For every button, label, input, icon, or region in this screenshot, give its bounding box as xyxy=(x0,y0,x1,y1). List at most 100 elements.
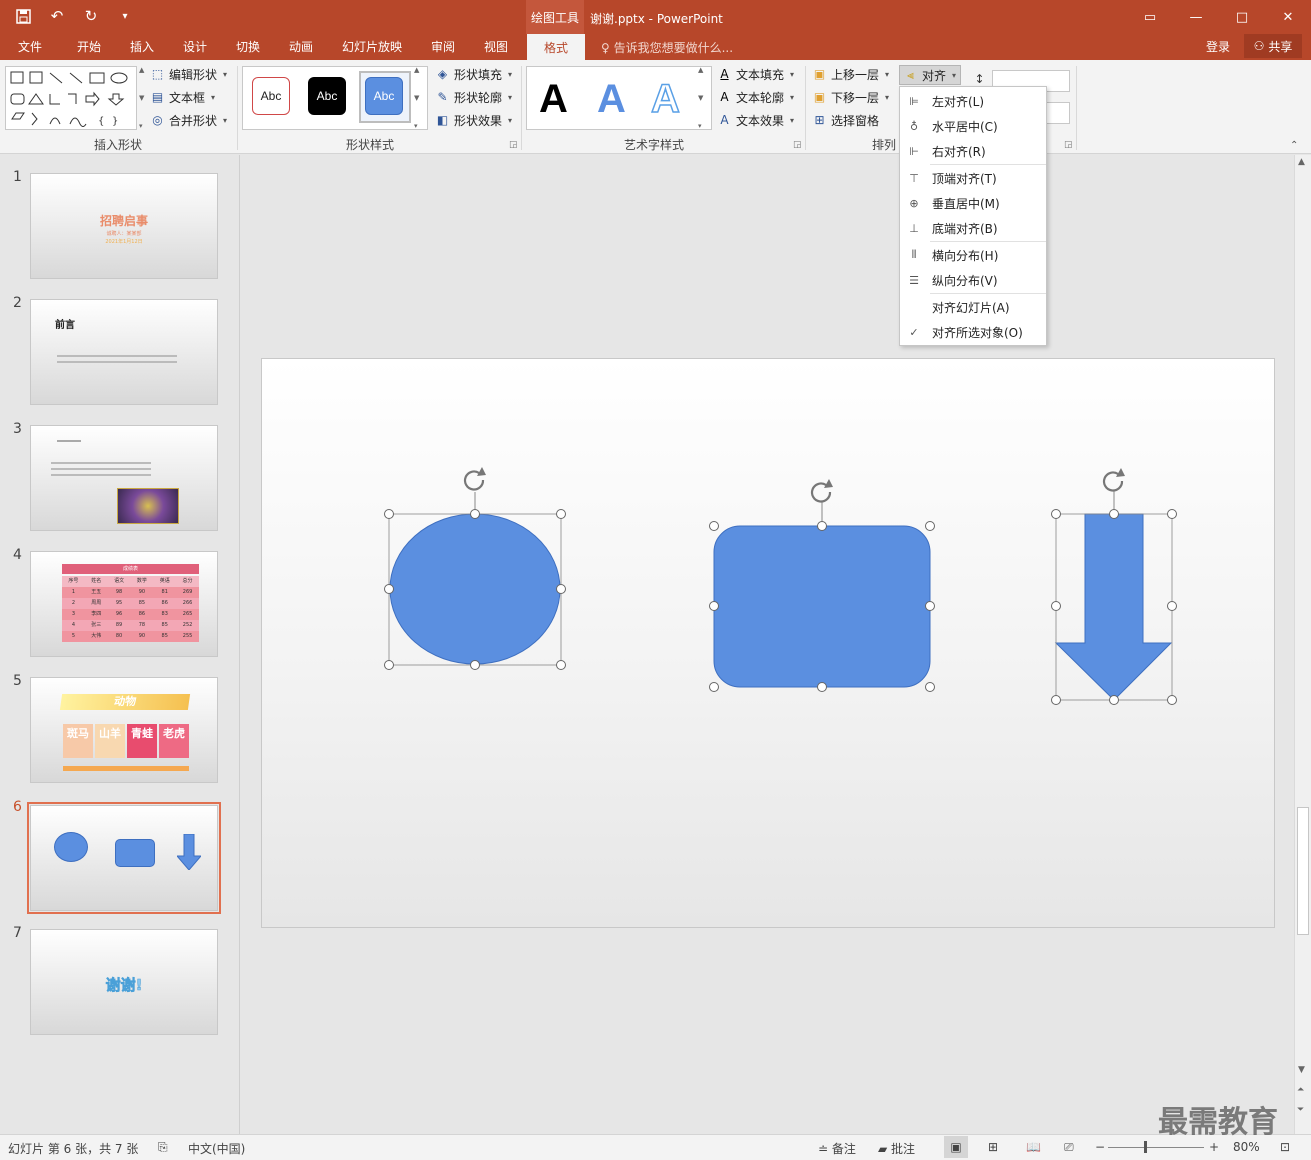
menu-align-to-slide[interactable]: 对齐幻灯片(A) xyxy=(900,295,1046,319)
shape-style-swatch-blue[interactable]: Abc xyxy=(365,77,403,115)
share-button[interactable]: ⚇ 共享 xyxy=(1244,34,1302,58)
merge-shapes-button[interactable]: ◎ 合并形状 ▾ xyxy=(150,112,227,129)
thumb4-row: 5 大伟 80 90 85 255 xyxy=(62,631,199,642)
zoom-slider-thumb[interactable] xyxy=(1144,1141,1147,1153)
wordart-style-blue[interactable]: A xyxy=(597,77,626,122)
previous-slide-icon[interactable]: ⏶ xyxy=(1297,1085,1304,1095)
customize-qat-icon[interactable]: ▾ xyxy=(116,7,134,25)
next-slide-icon[interactable]: ⏷ xyxy=(1297,1105,1304,1115)
tab-format[interactable]: 格式 xyxy=(527,34,585,60)
tell-me-box[interactable]: ♀ 告诉我您想要做什么... xyxy=(601,39,733,56)
shape-style-swatch-black[interactable]: Abc xyxy=(308,77,346,115)
slide-sorter-view-icon[interactable]: ⊞ xyxy=(988,1140,998,1154)
shape-styles-scroll[interactable]: ▲ ▼ ▾ xyxy=(414,66,423,130)
shape-styles-gallery[interactable]: Abc Abc Abc xyxy=(242,66,428,130)
rounded-rect-shape-group[interactable] xyxy=(709,479,935,692)
menu-align-center[interactable]: ♁ 水平居中(C) xyxy=(900,114,1046,138)
down-arrow-shape-group[interactable] xyxy=(1051,468,1177,705)
collapse-ribbon-icon[interactable]: ⌃ xyxy=(1290,140,1298,151)
notes-button[interactable]: ≐ 备注 xyxy=(818,1140,856,1157)
spell-check-icon[interactable]: ⎘ xyxy=(158,1140,168,1155)
ribbon-display-icon[interactable]: ▭ xyxy=(1127,0,1173,34)
comments-button[interactable]: ▰ 批注 xyxy=(878,1140,915,1157)
watermark-text: 最需教育 xyxy=(1158,1105,1278,1140)
tab-file[interactable]: 文件 xyxy=(18,38,42,55)
zoom-out-icon[interactable]: − xyxy=(1095,1140,1105,1154)
slide-thumbnail-1[interactable]: 招聘启事 诚聘人：某某部 2021年1月12日 xyxy=(30,173,218,279)
menu-align-left[interactable]: ⊫ 左对齐(L) xyxy=(900,89,1046,113)
login-link[interactable]: 登录 xyxy=(1206,38,1230,55)
slide-thumbnail-3[interactable] xyxy=(30,425,218,531)
menu-align-right[interactable]: ⊩ 右对齐(R) xyxy=(900,139,1046,163)
selection-pane-button[interactable]: ⊞ 选择窗格 xyxy=(812,112,879,129)
shapes-gallery[interactable]: { } xyxy=(5,66,137,130)
text-fill-button[interactable]: A 文本填充 ▾ xyxy=(717,66,794,83)
redo-icon[interactable]: ↻ xyxy=(82,7,100,25)
maximize-button[interactable]: □ xyxy=(1219,0,1265,34)
text-effects-button[interactable]: A 文本效果 ▾ xyxy=(717,112,794,129)
slide-thumbnail-7[interactable]: 谢谢! xyxy=(30,929,218,1035)
tab-insert[interactable]: 插入 xyxy=(130,38,154,55)
slide-thumbnail-6[interactable] xyxy=(30,805,218,911)
oval-shape-group[interactable] xyxy=(384,467,566,670)
thumb4-cell: 96 xyxy=(115,611,123,617)
shape-style-swatch-outline[interactable]: Abc xyxy=(252,77,290,115)
shape-fill-button[interactable]: ◈ 形状填充 ▾ xyxy=(435,66,512,83)
close-button[interactable]: ✕ xyxy=(1265,0,1311,34)
language-indicator[interactable]: 中文(中国) xyxy=(188,1140,245,1157)
wordart-style-black[interactable]: A xyxy=(539,77,568,122)
menu-distribute-vertical[interactable]: ☰ 纵向分布(V) xyxy=(900,268,1046,292)
distribute-horizontal-icon: ⫴ xyxy=(911,248,917,261)
tab-slideshow[interactable]: 幻灯片放映 xyxy=(342,38,402,55)
zoom-slider-track[interactable] xyxy=(1108,1147,1204,1148)
send-backward-button[interactable]: ▣ 下移一层 ▾ xyxy=(812,89,889,106)
undo-icon[interactable]: ↶ xyxy=(48,7,66,25)
fit-to-window-icon[interactable]: ⊡ xyxy=(1280,1140,1290,1154)
menu-align-bottom[interactable]: ⊥ 底端对齐(B) xyxy=(900,216,1046,240)
tab-review[interactable]: 审阅 xyxy=(431,38,455,55)
menu-align-selected-objects[interactable]: ✓ 对齐所选对象(O) xyxy=(900,320,1046,344)
text-box-button[interactable]: ▤ 文本框 ▾ xyxy=(150,89,215,106)
text-outline-button[interactable]: A 文本轮廓 ▾ xyxy=(717,89,794,106)
shape-styles-launcher-icon[interactable]: ◲ xyxy=(509,140,518,150)
thumb4-cell: 语文 xyxy=(114,578,125,584)
bring-forward-button[interactable]: ▣ 上移一层 ▾ xyxy=(812,66,889,83)
size-launcher-icon[interactable]: ◲ xyxy=(1064,140,1073,150)
zoom-in-icon[interactable]: + xyxy=(1209,1140,1219,1154)
vertical-scrollbar[interactable]: ▲ ▼ ⏶ ⏷ xyxy=(1294,155,1311,1134)
tab-animations[interactable]: 动画 xyxy=(289,38,313,55)
wordart-style-outline[interactable]: A xyxy=(650,76,680,122)
menu-separator xyxy=(930,164,1046,165)
shape-width-input[interactable] xyxy=(1046,102,1070,124)
save-icon[interactable] xyxy=(14,7,32,25)
slide-thumbnail-5[interactable]: 动物 斑马 山羊 青蛙 老虎 xyxy=(30,677,218,783)
slide-thumbnail-4[interactable]: 成绩表 序号 姓名 语文 数学 英语 总分 1 王五 98 90 81 269 2 周周 95 85 86 266… xyxy=(30,551,218,657)
normal-view-button[interactable]: ▣ xyxy=(944,1136,968,1158)
current-slide[interactable] xyxy=(261,358,1275,928)
reading-view-icon[interactable]: 📖 xyxy=(1026,1140,1041,1154)
thumb4-cell: 86 xyxy=(138,611,146,617)
menu-distribute-horizontal[interactable]: ⫴ 横向分布(H) xyxy=(900,243,1046,267)
align-button[interactable]: ⫷ 对齐 ▾ xyxy=(903,67,956,84)
zoom-level[interactable]: 80% xyxy=(1233,1140,1260,1154)
scrollbar-thumb[interactable] xyxy=(1297,807,1309,935)
wordart-scroll[interactable]: ▲ ▼ ▾ xyxy=(698,66,707,130)
scroll-down-icon[interactable]: ▼ xyxy=(1298,1065,1305,1075)
slideshow-view-icon[interactable]: ⎚ xyxy=(1064,1140,1074,1155)
slide-thumbnail-2[interactable]: 前言 xyxy=(30,299,218,405)
scroll-up-icon[interactable]: ▲ xyxy=(1298,157,1305,167)
tab-design[interactable]: 设计 xyxy=(183,38,207,55)
shape-outline-button[interactable]: ✎ 形状轮廓 ▾ xyxy=(435,89,512,106)
shape-effects-button[interactable]: ◧ 形状效果 ▾ xyxy=(435,112,512,129)
edit-shape-button[interactable]: ⬚ 编辑形状 ▾ xyxy=(150,66,227,83)
menu-align-middle[interactable]: ⊕ 垂直居中(M) xyxy=(900,191,1046,215)
menu-align-top[interactable]: ⊤ 顶端对齐(T) xyxy=(900,166,1046,190)
thumb3-title-line xyxy=(57,440,81,442)
tab-home[interactable]: 开始 xyxy=(77,38,101,55)
wordart-gallery[interactable]: A A A xyxy=(526,66,712,130)
minimize-button[interactable]: — xyxy=(1173,0,1219,34)
tab-transitions[interactable]: 切换 xyxy=(236,38,260,55)
shapes-gallery-scroll[interactable]: ▲ ▼ ▾ xyxy=(139,66,148,130)
wordart-launcher-icon[interactable]: ◲ xyxy=(793,140,802,150)
tab-view[interactable]: 视图 xyxy=(484,38,508,55)
